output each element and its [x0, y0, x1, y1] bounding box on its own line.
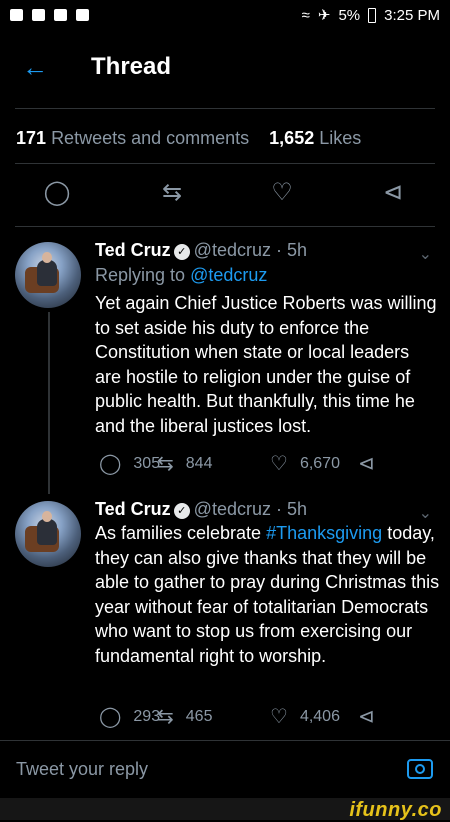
retweet-action[interactable]: ⇆ 465 [157, 704, 212, 729]
notification-icon [32, 9, 45, 21]
author-handle[interactable]: @tedcruz [194, 240, 271, 260]
likes-label: Likes [319, 128, 362, 148]
like-action[interactable]: ♡ 6,670 [270, 451, 340, 476]
divider [15, 108, 435, 109]
heart-icon: ♡ [270, 453, 288, 475]
replying-to-handle[interactable]: @tedcruz [190, 265, 267, 285]
tweet-author-line: Ted Cruz ✓ @tedcruz · 5h [95, 240, 308, 260]
retweets-count: 171 [16, 128, 47, 148]
retweet-action[interactable]: ⇆ 844 [157, 451, 212, 476]
avatar-person [37, 519, 57, 545]
notification-icon [10, 9, 23, 21]
tweet-actions: ◯ 305 ⇆ 844 ♡ 6,670 ⊲ [95, 451, 395, 475]
share-action[interactable]: ⊲ [358, 704, 375, 729]
notification-icon [76, 9, 89, 21]
heart-icon: ♡ [270, 706, 288, 728]
heart-icon[interactable]: ♡ [267, 178, 297, 208]
arrow-left-icon[interactable]: ← [22, 54, 48, 80]
reply-action[interactable]: ◯ 305 [99, 451, 160, 476]
main-tweet-actions: ◯ ⇆ ♡ ⊲ [0, 178, 450, 218]
airplane-icon: ✈ [317, 7, 331, 24]
like-count: 4,406 [299, 707, 340, 725]
avatar-head [42, 252, 52, 263]
speech-bubble-icon[interactable]: ◯ [42, 178, 72, 208]
replying-to-prefix: Replying to [95, 265, 186, 285]
battery-icon [368, 7, 377, 23]
status-bar: ≈ ✈ 5% 3:25 PM [0, 0, 450, 30]
author-handle[interactable]: @tedcruz [194, 499, 271, 519]
tweet-time: 5h [286, 240, 308, 260]
tweet-author-line: Ted Cruz ✓ @tedcruz · 5h [95, 499, 308, 519]
replying-to: Replying to @tedcruz [95, 265, 267, 286]
share-icon[interactable]: ⊲ [378, 178, 408, 208]
page-title: Thread [91, 53, 172, 80]
verified-badge-icon: ✓ [173, 244, 190, 260]
reply-input[interactable]: Tweet your reply [16, 759, 148, 780]
engagement-counts: 171 Retweets and comments 1,652 Likes [16, 128, 361, 149]
author-name[interactable]: Ted Cruz [95, 240, 171, 260]
likes-count: 1,652 [269, 128, 315, 148]
chevron-down-icon[interactable]: ⌄ [419, 244, 432, 264]
notification-icons [10, 9, 89, 21]
divider [15, 226, 435, 227]
retweet-icon: ⇆ [157, 453, 174, 475]
tweet-time: 5h [286, 499, 308, 519]
clock: 3:25 PM [384, 6, 440, 24]
retweets-label: Retweets and comments [51, 128, 250, 148]
tweet-actions: ◯ 293 ⇆ 465 ♡ 4,406 ⊲ [95, 704, 395, 728]
avatar[interactable] [15, 501, 81, 567]
retweet-count: 465 [185, 707, 213, 725]
hashtag-link[interactable]: #Thanksgiving [266, 523, 382, 543]
notification-icon [54, 9, 67, 21]
chevron-down-icon[interactable]: ⌄ [419, 503, 432, 523]
watermark-logo: ifunny.co [349, 799, 442, 821]
like-count: 6,670 [299, 454, 340, 472]
battery-percent: 5% [338, 6, 361, 24]
retweet-icon: ⇆ [157, 706, 174, 728]
speech-bubble-icon: ◯ [99, 706, 122, 728]
share-icon: ⊲ [358, 706, 375, 728]
tweet-text: As families celebrate #Thanksgiving toda… [95, 521, 440, 668]
author-name[interactable]: Ted Cruz [95, 499, 171, 519]
tweet-text-end: today, they can also give thanks that th… [95, 523, 440, 666]
verified-badge-icon: ✓ [173, 503, 190, 519]
retweet-icon[interactable]: ⇆ [157, 178, 187, 208]
thread-line [48, 312, 50, 494]
reply-action[interactable]: ◯ 293 [99, 704, 160, 729]
divider [15, 163, 435, 164]
share-action[interactable]: ⊲ [358, 451, 375, 476]
wifi-icon: ≈ [301, 6, 310, 24]
speech-bubble-icon: ◯ [99, 453, 122, 475]
app-header: ← Thread [0, 44, 450, 92]
like-action[interactable]: ♡ 4,406 [270, 704, 340, 729]
retweets-link[interactable]: 171 Retweets and comments [16, 128, 249, 148]
retweet-count: 844 [185, 454, 213, 472]
avatar-head [42, 511, 52, 522]
avatar-person [37, 260, 57, 286]
likes-link[interactable]: 1,652 Likes [269, 128, 361, 148]
system-icons: ≈ ✈ 5% 3:25 PM [301, 6, 440, 25]
watermark-strip: ifunny.co [0, 798, 450, 821]
share-icon: ⊲ [358, 453, 375, 475]
reply-composer[interactable]: Tweet your reply [0, 740, 450, 799]
tweet-text: Yet again Chief Justice Roberts was will… [95, 293, 437, 436]
tweet-text-start: As families celebrate [95, 523, 262, 543]
avatar[interactable] [15, 242, 81, 308]
camera-icon[interactable] [407, 759, 433, 779]
